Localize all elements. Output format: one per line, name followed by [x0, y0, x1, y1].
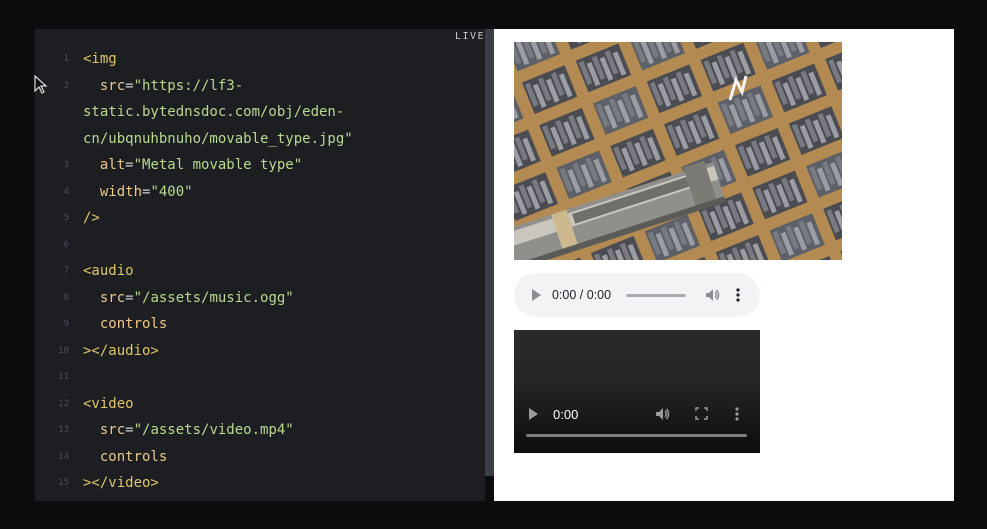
code-text: src="/assets/music.ogg" [83, 285, 294, 312]
code-token: "/assets/video.mp4" [133, 422, 294, 438]
line-number: 6 [63, 239, 69, 250]
code-token: cn/ubqnuhbnuho/movable_type.jpg" [83, 130, 353, 147]
line-number: 4 [63, 186, 69, 197]
audio-time: 0:00 / 0:00 [552, 288, 612, 302]
line-number: 1 [63, 54, 69, 64]
code-token: = [125, 77, 134, 94]
code-line[interactable]: 7 <audio [35, 258, 485, 285]
play-icon[interactable] [528, 408, 538, 420]
code-text: controls [83, 444, 167, 471]
code-token: ></video> [83, 475, 159, 491]
code-line[interactable]: static.bytednsdoc.com/obj/eden- [35, 99, 485, 126]
movable-type-picture [514, 42, 842, 260]
code-line[interactable]: 13 src="/assets/video.mp4" [35, 417, 485, 444]
code-token: alt [99, 157, 126, 173]
code-line[interactable]: 5 /> [35, 205, 485, 232]
line-number: 14 [58, 451, 69, 462]
code-text: <audio [83, 258, 134, 285]
code-line[interactable]: 2 src="https://lf3- [35, 73, 485, 100]
code-token: ></audio> [83, 342, 159, 359]
code-token: width [99, 183, 143, 200]
code-token: = [125, 289, 134, 306]
code-token: <img [83, 51, 117, 67]
code-token: controls [99, 448, 168, 465]
audio-player[interactable]: 0:00 / 0:00 [514, 273, 760, 317]
code-text: /> [83, 205, 100, 232]
more-options-icon[interactable] [735, 406, 739, 422]
code-token: "https://lf3- [133, 77, 244, 94]
line-number: 5 [63, 213, 69, 223]
code-text: <video [83, 391, 134, 418]
code-token: src [99, 77, 126, 94]
more-options-icon[interactable] [736, 287, 740, 303]
code-text: src="https://lf3- [83, 73, 243, 100]
code-editor[interactable]: 1 <img 2 src="https://lf3- static.bytednsdo… [35, 29, 485, 501]
code-line[interactable]: 6 [35, 232, 485, 259]
code-text: <img [83, 46, 117, 73]
audio-progress-slider[interactable] [626, 294, 686, 297]
code-text: alt="Metal movable type" [83, 152, 302, 179]
video-frame: 1 <img 2 src="https://lf3- static.bytednsdo… [0, 0, 987, 529]
video-time: 0:00 [553, 407, 579, 422]
code-text: ></video> [83, 470, 159, 497]
line-number: 10 [58, 345, 69, 356]
line-number: 11 [58, 372, 69, 382]
video-progress-slider[interactable] [526, 434, 747, 437]
code-token: "/assets/music.ogg" [133, 289, 294, 306]
code-line[interactable]: 15 ></video> [35, 470, 485, 497]
code-token: /> [83, 210, 100, 226]
live-label: LIVE [455, 31, 486, 42]
code-text: ></audio> [83, 338, 159, 365]
code-token: "Metal movable type" [133, 157, 303, 173]
mouse-cursor-icon [34, 75, 48, 94]
code-line[interactable]: 12 <video [35, 391, 485, 418]
code-line[interactable]: 14 controls [35, 444, 485, 471]
line-number: 3 [63, 160, 69, 170]
movable-type-image [514, 42, 842, 260]
code-line[interactable]: 4 width="400" [35, 179, 485, 206]
code-token: controls [99, 316, 168, 332]
play-icon[interactable] [531, 289, 541, 301]
line-number: 9 [63, 319, 69, 329]
code-lines: 1 <img 2 src="https://lf3- static.bytednsdo… [35, 46, 485, 497]
code-token: static.bytednsdoc.com/obj/eden- [83, 104, 345, 120]
code-token: <audio [83, 263, 134, 279]
line-number: 12 [58, 398, 69, 409]
code-token: "400" [150, 183, 193, 200]
code-line[interactable]: 8 src="/assets/music.ogg" [35, 285, 485, 312]
code-text: width="400" [83, 179, 193, 206]
code-token: <video [83, 395, 134, 412]
volume-icon[interactable] [654, 406, 670, 422]
code-text: cn/ubqnuhbnuho/movable_type.jpg" [83, 126, 353, 153]
code-token: = [125, 157, 134, 173]
code-line[interactable]: cn/ubqnuhbnuho/movable_type.jpg" [35, 126, 485, 153]
code-line[interactable]: 10 ></audio> [35, 338, 485, 365]
code-token: = [125, 422, 134, 438]
code-text: static.bytednsdoc.com/obj/eden- [83, 99, 344, 126]
line-number: 7 [63, 266, 69, 276]
fullscreen-icon[interactable] [695, 407, 708, 420]
code-line[interactable]: 1 <img [35, 46, 485, 73]
line-number: 8 [63, 292, 69, 303]
code-text: src="/assets/video.mp4" [83, 417, 294, 444]
line-number: 15 [58, 478, 69, 488]
code-line[interactable]: 9 controls [35, 311, 485, 338]
code-line[interactable]: 11 [35, 364, 485, 391]
code-line[interactable]: 3 alt="Metal movable type" [35, 152, 485, 179]
video-player[interactable]: 0:00 [514, 330, 760, 453]
live-preview: 0:00 / 0:00 0:00 [494, 29, 954, 501]
code-token: src [99, 289, 126, 306]
code-token: src [99, 422, 126, 438]
editor-scrollbar[interactable] [485, 29, 494, 476]
code-text: controls [83, 311, 167, 338]
line-number: 13 [58, 425, 69, 435]
volume-icon[interactable] [704, 287, 720, 303]
